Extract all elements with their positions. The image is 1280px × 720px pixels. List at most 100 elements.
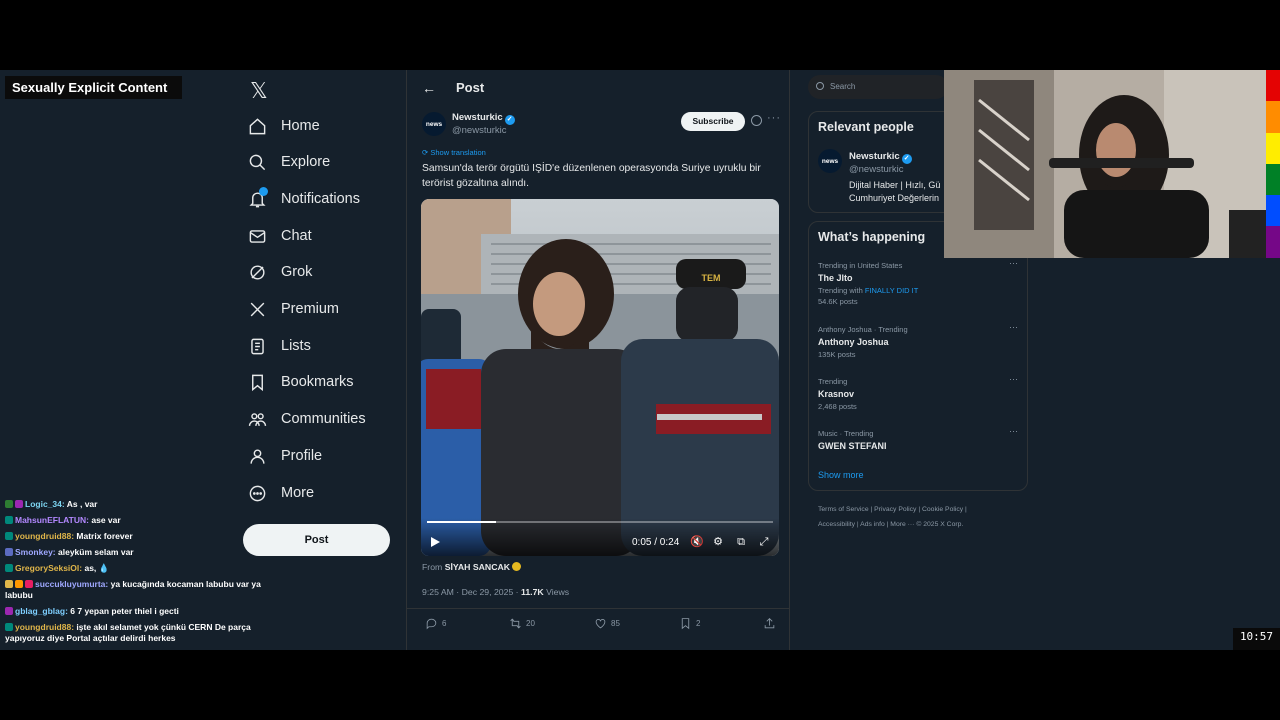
nav-item-communities[interactable]: Communities	[248, 407, 366, 431]
chat-username[interactable]: GregorySeksiOl	[15, 563, 79, 573]
nav-label: More	[281, 485, 315, 501]
video-player[interactable]: TEM 0:05 / 0:24 🔇 ⚙ ⧉ ⤢	[421, 199, 779, 556]
author-name[interactable]: Newsturkic ✓	[452, 112, 515, 125]
settings-icon[interactable]: ⚙	[712, 536, 724, 548]
chat-username[interactable]: Smonkey	[15, 547, 53, 557]
trend-more-icon[interactable]: ···	[1009, 322, 1018, 332]
nav-item-home[interactable]: Home	[248, 114, 320, 138]
chat-badge-icon	[5, 548, 13, 556]
author-name-text[interactable]: Newsturkic	[452, 112, 503, 123]
nav-item-profile[interactable]: Profile	[248, 444, 322, 468]
nav-item-explore[interactable]: Explore	[248, 150, 330, 174]
views-label: Views	[543, 587, 570, 597]
nav-label: Notifications	[281, 191, 360, 207]
grok-icon[interactable]	[751, 115, 762, 126]
reply-icon	[426, 618, 437, 630]
trend-item[interactable]: Trending in United States The Jlto Trend…	[818, 258, 1018, 307]
video-time: 0:05 / 0:24	[632, 537, 680, 548]
show-more-link[interactable]: Show more	[818, 470, 864, 480]
chat-message: Logic_34: As , var	[5, 499, 270, 510]
stream-chat: Logic_34: As , var MahsunEFLATUN: ase var…	[5, 496, 270, 649]
relevant-bio-line: Cumhuriyet Değerlerin	[849, 193, 940, 203]
chat-badge-icon	[5, 580, 13, 588]
reply-count: 6	[442, 619, 447, 628]
trend-more-icon[interactable]: ···	[1009, 258, 1018, 268]
like-button[interactable]: 85	[594, 617, 620, 630]
home-icon	[249, 117, 266, 134]
page-title: Post	[456, 80, 485, 95]
mute-icon[interactable]: 🔇	[690, 536, 704, 548]
relevant-name-text[interactable]: Newsturkic	[849, 151, 900, 162]
webcam-overlay	[944, 70, 1266, 258]
chat-message: gblag_gblag: 6 7 yepan peter thiel i gec…	[5, 606, 270, 617]
trend-with-link[interactable]: FINALLY DID IT	[865, 286, 919, 295]
whats-happening-title: What’s happening	[818, 230, 926, 244]
from-name[interactable]: SİYAH SANCAK	[445, 562, 510, 572]
show-translation-text[interactable]: Show translation	[430, 148, 485, 157]
x-logo-icon[interactable]: 𝕏	[250, 78, 268, 104]
repost-button[interactable]: 20	[509, 617, 535, 630]
pride-flag-strip	[1266, 70, 1280, 258]
trend-item[interactable]: Trending Krasnov 2,468 posts ···	[818, 374, 1018, 412]
reply-button[interactable]: 6	[425, 617, 446, 630]
nav-label: Grok	[281, 264, 313, 280]
chat-username[interactable]: gblag_gblag	[15, 606, 65, 616]
author-handle[interactable]: @newsturkic	[452, 125, 507, 136]
fullscreen-icon[interactable]: ⤢	[758, 536, 770, 548]
view-count: 11.7K	[521, 587, 544, 597]
tweet-text: Samsun'da terör örgütü IŞİD'e düzenlenen…	[422, 163, 761, 189]
chat-username[interactable]: MahsunEFLATUN	[15, 515, 86, 525]
trend-item[interactable]: Anthony Joshua · Trending Anthony Joshua…	[818, 322, 1018, 360]
trend-more-icon[interactable]: ···	[1009, 426, 1018, 436]
nav-item-grok[interactable]: Grok	[248, 260, 312, 284]
back-arrow-icon[interactable]: ←	[422, 80, 436, 96]
video-progress-fill	[427, 521, 497, 523]
share-button[interactable]	[763, 617, 776, 630]
chat-text: as, 💧	[84, 563, 110, 573]
trend-category: Music · Trending	[818, 429, 874, 438]
mail-icon	[249, 229, 266, 243]
relevant-handle[interactable]: @newsturkic	[849, 164, 904, 175]
footer-links[interactable]: Terms of Service | Privacy Policy | Cook…	[818, 504, 967, 516]
search-input[interactable]: Search	[808, 75, 948, 99]
nav-item-bookmarks[interactable]: Bookmarks	[248, 370, 354, 394]
nav-item-lists[interactable]: Lists	[248, 334, 311, 358]
profile-icon	[250, 448, 265, 464]
relevant-avatar[interactable]: news	[818, 149, 842, 173]
trend-more-icon[interactable]: ···	[1009, 374, 1018, 384]
relevant-name[interactable]: Newsturkic ✓	[849, 151, 912, 164]
from-label: From	[422, 562, 443, 572]
nav-item-premium[interactable]: Premium	[248, 297, 339, 321]
play-icon[interactable]	[431, 537, 440, 547]
subscribe-button[interactable]: Subscribe	[681, 112, 745, 131]
chat-text: ase var	[91, 515, 121, 525]
chat-badge-icon	[5, 516, 13, 524]
more-options-icon[interactable]: ···	[767, 112, 781, 124]
nav-label: Explore	[281, 154, 331, 170]
nav-label: Premium	[281, 301, 340, 317]
chat-badge-icon	[15, 580, 23, 588]
show-translation-link[interactable]: ⟳ Show translation	[422, 148, 486, 157]
divider	[407, 608, 789, 609]
chat-badge-icon	[5, 532, 13, 540]
chat-text: Matrix forever	[76, 531, 133, 541]
post-timestamp[interactable]: 9:25 AM · Dec 29, 2025 ·	[422, 587, 521, 597]
chat-username[interactable]: succukluyumurta	[35, 579, 105, 589]
chat-username[interactable]: Logic_34	[25, 499, 62, 509]
author-avatar[interactable]: news	[422, 112, 446, 136]
video-source: From SİYAH SANCAK	[422, 562, 522, 572]
nav-item-chat[interactable]: Chat	[248, 224, 312, 248]
chat-message: MahsunEFLATUN: ase var	[5, 515, 270, 526]
stream-overlay-title: Sexually Explicit Content	[5, 76, 182, 99]
trend-with-label: Trending with	[818, 286, 865, 295]
chat-username[interactable]: youngdruid88	[15, 622, 71, 632]
trend-posts: 135K posts	[818, 350, 856, 359]
popout-icon[interactable]: ⧉	[735, 536, 747, 548]
video-progress-bar[interactable]	[427, 521, 773, 523]
trend-item[interactable]: Music · Trending GWEN STEFANI ···	[818, 426, 1018, 453]
footer-links[interactable]: Accessibility | Ads info | More ··· © 20…	[818, 519, 963, 531]
bookmark-button[interactable]: 2	[679, 617, 700, 630]
gold-verified-icon	[512, 562, 522, 571]
chat-username[interactable]: youngdruid88	[15, 531, 71, 541]
relevant-people-title: Relevant people	[818, 120, 914, 134]
